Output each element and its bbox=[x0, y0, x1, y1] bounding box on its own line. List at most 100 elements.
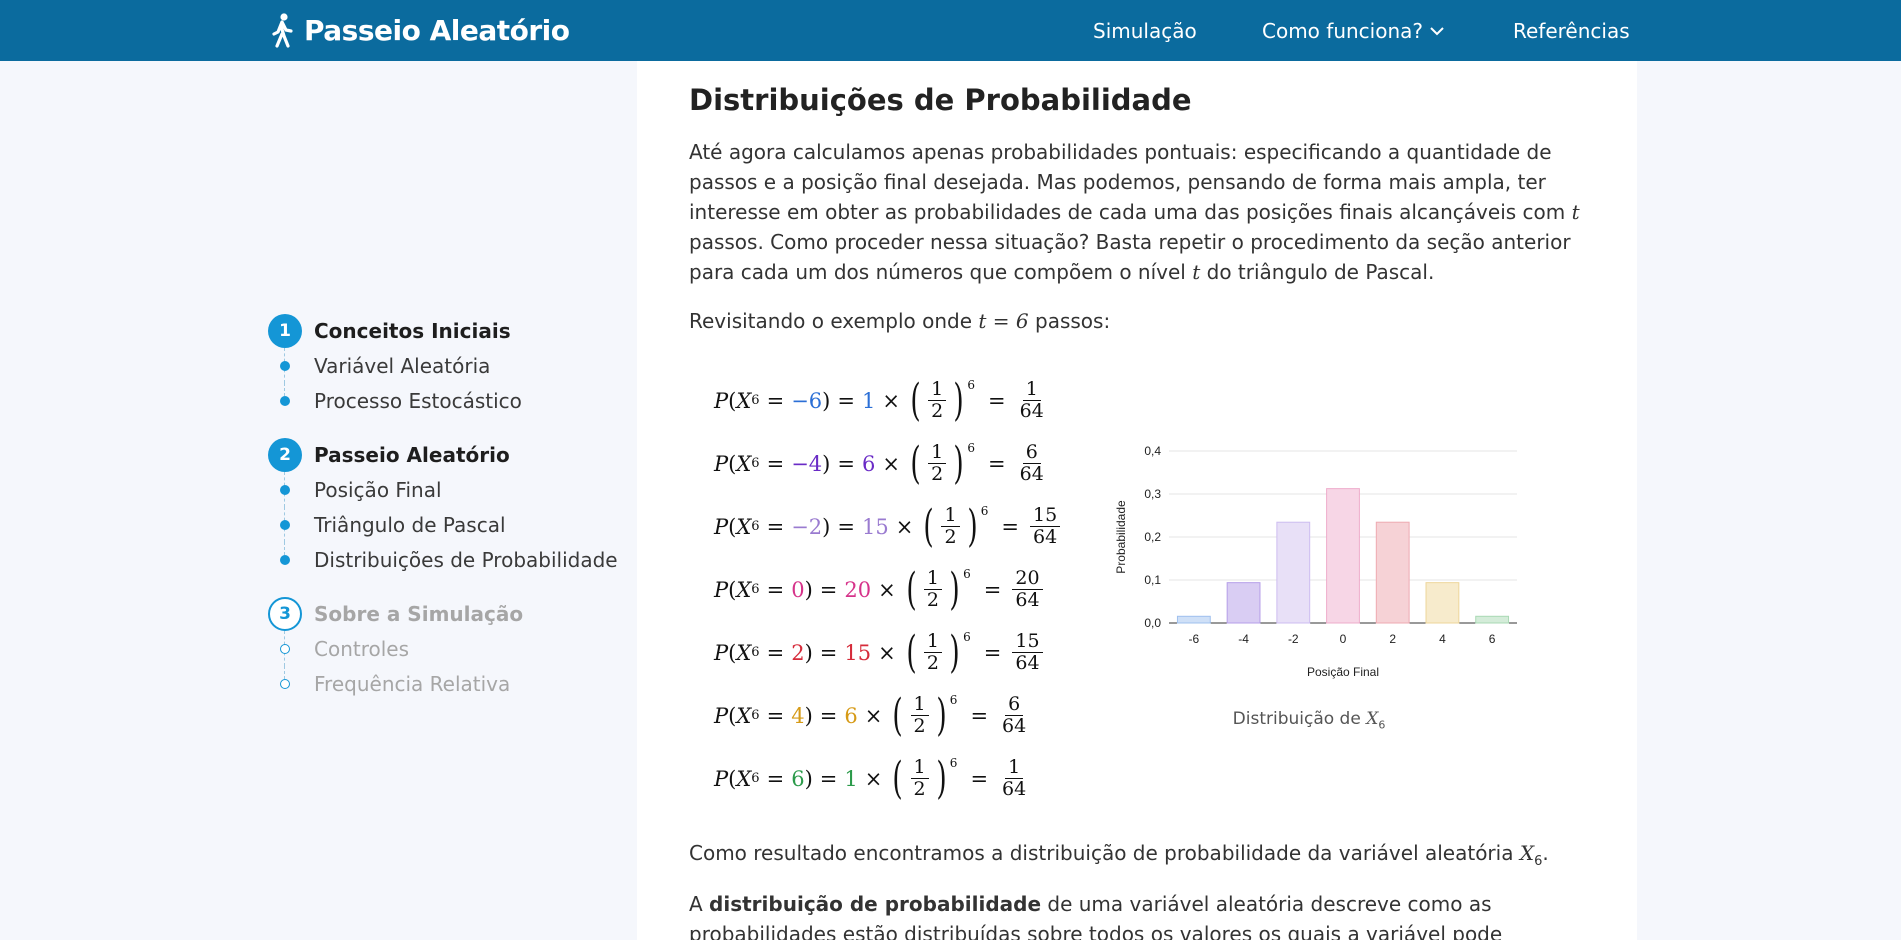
y-tick-label: 0,1 bbox=[1144, 573, 1161, 587]
main-content-card: Distribuições de Probabilidade Até agora… bbox=[637, 61, 1637, 940]
eq-sub: 6 bbox=[751, 519, 760, 534]
caption-text: Distribuição de bbox=[1232, 709, 1367, 729]
probability-equation: P(X 6 = 4) = 6 ×(1 2) 6 = 6 64 bbox=[714, 684, 1044, 747]
section-title: Passeio Aleatório bbox=[314, 443, 510, 467]
y-tick-label: 0,0 bbox=[1144, 616, 1161, 630]
x-tick-label: -2 bbox=[1288, 632, 1299, 646]
eq-result-fraction: 15 64 bbox=[1012, 631, 1043, 674]
toc-section-header[interactable]: 2 Passeio Aleatório bbox=[268, 438, 628, 472]
toc-item[interactable]: Frequência Relativa bbox=[268, 666, 628, 701]
bar bbox=[1326, 488, 1360, 624]
toc-section-header[interactable]: 1 Conceitos Iniciais bbox=[268, 314, 628, 348]
nav-label: Como funciona? bbox=[1262, 19, 1424, 43]
caption-var: X bbox=[1366, 709, 1379, 729]
y-tick-label: 0,4 bbox=[1144, 444, 1161, 458]
probability-equation: P(X 6 = 0) = 20 ×(1 2) 6 = 20 64 bbox=[714, 558, 1044, 621]
eq-half-fraction: 12 bbox=[910, 757, 929, 800]
eq-X: X bbox=[736, 577, 752, 602]
toc-item-active[interactable]: Distribuições de Probabilidade bbox=[268, 542, 628, 577]
section-number-badge: 1 bbox=[268, 314, 302, 348]
eq-half-fraction: 12 bbox=[923, 631, 942, 674]
math-expr: t = 6 bbox=[978, 309, 1029, 333]
example-paragraph: Revisitando o exemplo onde t = 6 passos: bbox=[689, 306, 1589, 336]
toc-section-2: 2 Passeio Aleatório Posição Final Triâng… bbox=[268, 438, 628, 577]
result-paragraph: Como resultado encontramos a distribuiçã… bbox=[689, 838, 1589, 877]
bar bbox=[1276, 521, 1311, 624]
eq-half-fraction: 12 bbox=[941, 505, 960, 548]
eq-power: 6 bbox=[967, 377, 976, 392]
text: A bbox=[689, 892, 710, 916]
eq-P: P bbox=[714, 577, 729, 602]
eq-P: P bbox=[714, 514, 729, 539]
eq-sub: 6 bbox=[751, 456, 760, 471]
eq-power: 6 bbox=[963, 566, 971, 581]
eq-power: 6 bbox=[949, 692, 958, 707]
toc-item-label: Processo Estocástico bbox=[314, 388, 522, 413]
eq-coefficient: 20 bbox=[844, 577, 872, 602]
eq-position: 6 bbox=[791, 766, 805, 791]
page-title: Distribuições de Probabilidade bbox=[689, 83, 1192, 117]
bullet-dot bbox=[280, 679, 290, 689]
probability-equation: P(X 6 = 2) = 15 ×(1 2) 6 = 15 64 bbox=[714, 621, 1044, 684]
eq-coefficient: 1 bbox=[844, 766, 858, 791]
y-axis-label: Probabilidade bbox=[1114, 500, 1128, 574]
eq-result-fraction: 1 64 bbox=[1019, 378, 1044, 422]
nav-referencias[interactable]: Referências bbox=[1513, 19, 1630, 43]
probability-equation: P(X 6 = 6) = 1 ×(1 2) 6 = 1 64 bbox=[714, 747, 1044, 810]
toc-item[interactable]: Controles bbox=[268, 631, 628, 666]
section-number-badge: 2 bbox=[268, 438, 302, 472]
nav-simulacao[interactable]: Simulação bbox=[1093, 19, 1197, 43]
x-tick-label: 2 bbox=[1389, 632, 1396, 646]
x-axis-label: Posição Final bbox=[1307, 665, 1379, 679]
x-tick-label: -4 bbox=[1238, 632, 1249, 646]
bullet-dot bbox=[280, 396, 290, 406]
eq-position: −6 bbox=[791, 388, 823, 413]
toc-item[interactable]: Variável Aleatória bbox=[268, 348, 628, 383]
toc-item-label: Controles bbox=[314, 636, 410, 661]
math-var: X bbox=[1519, 841, 1535, 865]
eq-position: 4 bbox=[791, 703, 805, 728]
x-tick-label: 6 bbox=[1489, 632, 1496, 646]
x-tick-label: -6 bbox=[1189, 632, 1200, 646]
bold-term: distribuição de probabilidade bbox=[709, 892, 1042, 916]
toc-section-header[interactable]: 3 Sobre a Simulação bbox=[268, 597, 628, 631]
eq-result-fraction: 15 64 bbox=[1030, 505, 1061, 548]
eq-P: P bbox=[714, 703, 729, 728]
bullet-dot bbox=[280, 644, 290, 654]
probability-equation: P(X 6 = −6) = 1 ×(1 2) 6 = 1 64 bbox=[714, 369, 1044, 432]
nav-como-funciona[interactable]: Como funciona? bbox=[1262, 19, 1445, 43]
text: passos. Como proceder nessa situação? Ba… bbox=[689, 230, 1571, 284]
equation-list: P(X 6 = −6) = 1 ×(1 2) 6 = 1 64 P(X 6 = −4) = 6 ×(1 2) 6 = 6 64… bbox=[714, 369, 1061, 810]
toc-item-label: Posição Final bbox=[314, 477, 442, 502]
brand[interactable]: Passeio Aleatório bbox=[268, 12, 570, 48]
x-tick-label: 4 bbox=[1439, 632, 1446, 646]
bar bbox=[1176, 615, 1211, 624]
eq-power: 6 bbox=[949, 755, 958, 770]
toc-item[interactable]: Triângulo de Pascal bbox=[268, 507, 628, 542]
eq-sub: 6 bbox=[751, 393, 760, 408]
section-number-badge: 3 bbox=[268, 597, 302, 631]
bullet-dot bbox=[280, 485, 290, 495]
toc-item-label: Triângulo de Pascal bbox=[314, 512, 506, 537]
walking-person-icon bbox=[272, 13, 293, 48]
eq-power: 6 bbox=[967, 440, 976, 455]
toc-item[interactable]: Posição Final bbox=[268, 472, 628, 507]
eq-coefficient: 1 bbox=[861, 388, 876, 413]
eq-coefficient: 15 bbox=[844, 640, 872, 665]
eq-coefficient: 15 bbox=[861, 514, 889, 539]
eq-result-fraction: 6 64 bbox=[1019, 441, 1044, 485]
eq-X: X bbox=[736, 451, 752, 476]
eq-half-fraction: 12 bbox=[928, 379, 947, 422]
brand-title: Passeio Aleatório bbox=[304, 13, 570, 47]
toc-item[interactable]: Processo Estocástico bbox=[268, 383, 628, 418]
nav-label: Referências bbox=[1513, 19, 1630, 43]
text: passos: bbox=[1028, 309, 1111, 333]
bullet-dot bbox=[280, 361, 290, 371]
section-title: Conceitos Iniciais bbox=[314, 319, 511, 343]
text: do triângulo de Pascal. bbox=[1200, 260, 1435, 284]
text: . bbox=[1542, 841, 1549, 865]
sidebar-toc: 1 Conceitos Iniciais Variável Aleatória … bbox=[268, 314, 628, 701]
bar bbox=[1475, 615, 1510, 624]
eq-coefficient: 6 bbox=[844, 703, 858, 728]
math-var: t bbox=[1571, 200, 1580, 224]
